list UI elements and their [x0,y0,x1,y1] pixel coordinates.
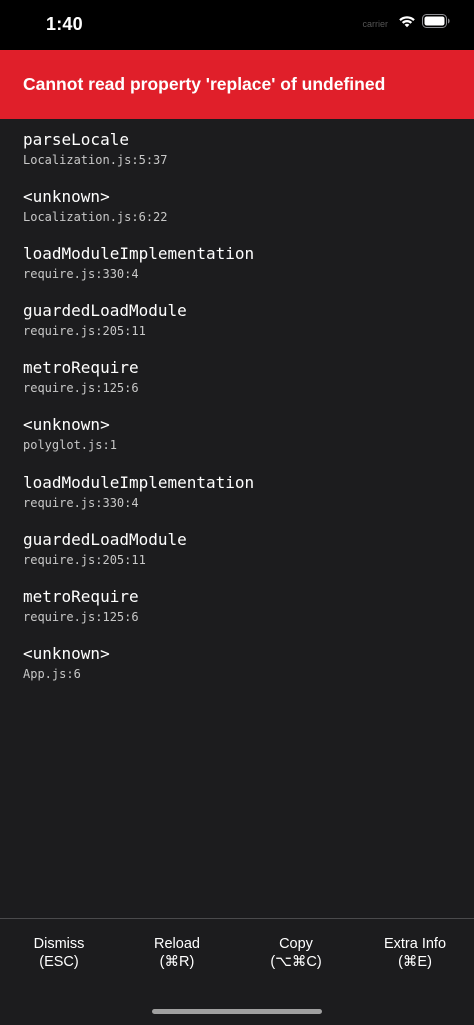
frame-method: parseLocale [23,130,129,149]
reload-button[interactable]: Reload (⌘R) [118,935,236,971]
stack-frame[interactable]: loadModuleImplementation require.js:330:… [23,473,254,511]
copy-shortcut: (⌥⌘C) [270,954,322,970]
dismiss-shortcut: (ESC) [39,954,79,970]
status-time: 1:40 [46,14,83,34]
frame-location: require.js:205:11 [23,324,146,338]
frame-location: require.js:330:4 [23,267,139,281]
frame-method: metroRequire [23,587,139,606]
dismiss-button[interactable]: Dismiss (ESC) [0,935,118,971]
frame-location: require.js:205:11 [23,553,146,567]
frame-method: loadModuleImplementation [23,244,255,263]
stack-frame[interactable]: guardedLoadModule require.js:205:11 [23,301,187,339]
frame-method: loadModuleImplementation [23,473,255,492]
frame-method: metroRequire [23,358,139,377]
frame-method: <unknown> [23,415,110,434]
frame-method: guardedLoadModule [23,301,187,320]
stack-trace-list[interactable]: parseLocale Localization.js:5:37 <unknow… [0,119,474,918]
home-indicator[interactable] [152,1009,322,1014]
stack-frame[interactable]: <unknown> App.js:6 [23,644,110,682]
reload-label: Reload [154,936,200,952]
battery-icon [422,14,450,33]
wifi-icon [398,14,416,33]
copy-button[interactable]: Copy (⌥⌘C) [237,935,355,971]
stack-frame[interactable]: loadModuleImplementation require.js:330:… [23,244,254,282]
stack-frame[interactable]: metroRequire require.js:125:6 [23,587,139,625]
stack-frame[interactable]: parseLocale Localization.js:5:37 [23,130,168,168]
carrier-label: carrier [362,18,388,29]
stack-frame[interactable]: <unknown> polyglot.js:1 [23,415,117,453]
frame-location: Localization.js:5:37 [23,153,168,167]
extra-info-shortcut: (⌘E) [398,954,432,970]
status-bar: 1:40 carrier [0,0,474,50]
error-banner: Cannot read property 'replace' of undefi… [0,50,474,119]
stack-frame[interactable]: metroRequire require.js:125:6 [23,358,139,396]
frame-location: Localization.js:6:22 [23,210,168,224]
stack-frame[interactable]: guardedLoadModule require.js:205:11 [23,530,187,568]
frame-location: require.js:125:6 [23,610,139,624]
extra-info-label: Extra Info [383,936,447,952]
frame-location: require.js:125:6 [23,381,139,395]
reload-shortcut: (⌘R) [159,954,195,970]
extra-info-button[interactable]: Extra Info (⌘E) [356,935,474,971]
stack-frame[interactable]: <unknown> Localization.js:6:22 [23,187,168,225]
frame-method: guardedLoadModule [23,530,187,549]
frame-method: <unknown> [23,644,110,663]
error-message: Cannot read property 'replace' of undefi… [23,74,386,94]
frame-location: require.js:330:4 [23,496,139,510]
copy-label: Copy [279,936,313,952]
status-icons: carrier [362,14,450,33]
frame-location: App.js:6 [23,667,81,681]
frame-location: polyglot.js:1 [23,438,117,452]
frame-method: <unknown> [23,187,110,206]
dismiss-label: Dismiss [33,936,85,952]
